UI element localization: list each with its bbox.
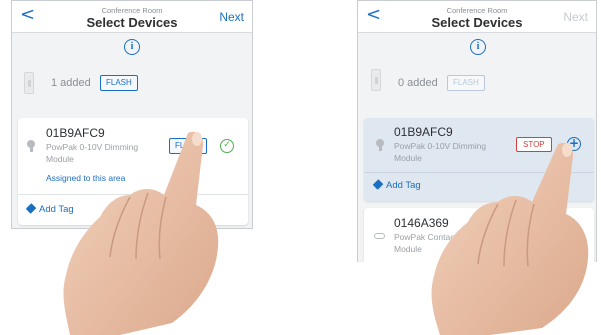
nav-bar: < Conference Room Select Devices Next: [358, 1, 596, 33]
info-icon[interactable]: i: [124, 39, 140, 55]
flash-all-button[interactable]: FLASH: [447, 75, 485, 91]
info-icon[interactable]: i: [470, 39, 486, 55]
next-button[interactable]: Next: [219, 10, 244, 24]
next-button[interactable]: Next: [563, 10, 588, 24]
added-count: 1 added: [51, 77, 91, 89]
nav-bar: < Conference Room Select Devices Next: [12, 1, 252, 33]
page-title: Select Devices: [431, 15, 523, 30]
switch-icon: [371, 69, 381, 91]
bulb-icon: [376, 139, 384, 151]
flash-all-button[interactable]: FLASH: [100, 75, 138, 91]
added-count: 0 added: [398, 77, 438, 89]
device-id: 01B9AFC9: [394, 125, 453, 139]
device-description-line2: Module: [394, 244, 422, 254]
nav-breadcrumb: Conference Room: [446, 6, 508, 15]
bulb-icon: [27, 140, 35, 152]
add-tag-label: Add Tag: [386, 180, 421, 191]
switch-icon: [24, 72, 34, 94]
tag-icon: [25, 203, 37, 214]
contact-module-icon: [374, 233, 385, 239]
pointing-hand-image: [431, 142, 589, 335]
device-description-line2: Module: [394, 153, 422, 163]
nav-breadcrumb: Conference Room: [101, 6, 163, 15]
tag-icon: [372, 179, 384, 190]
pointing-hand-image: [63, 131, 219, 335]
page-title: Select Devices: [86, 15, 178, 30]
add-tag-link[interactable]: Add Tag: [372, 179, 421, 191]
